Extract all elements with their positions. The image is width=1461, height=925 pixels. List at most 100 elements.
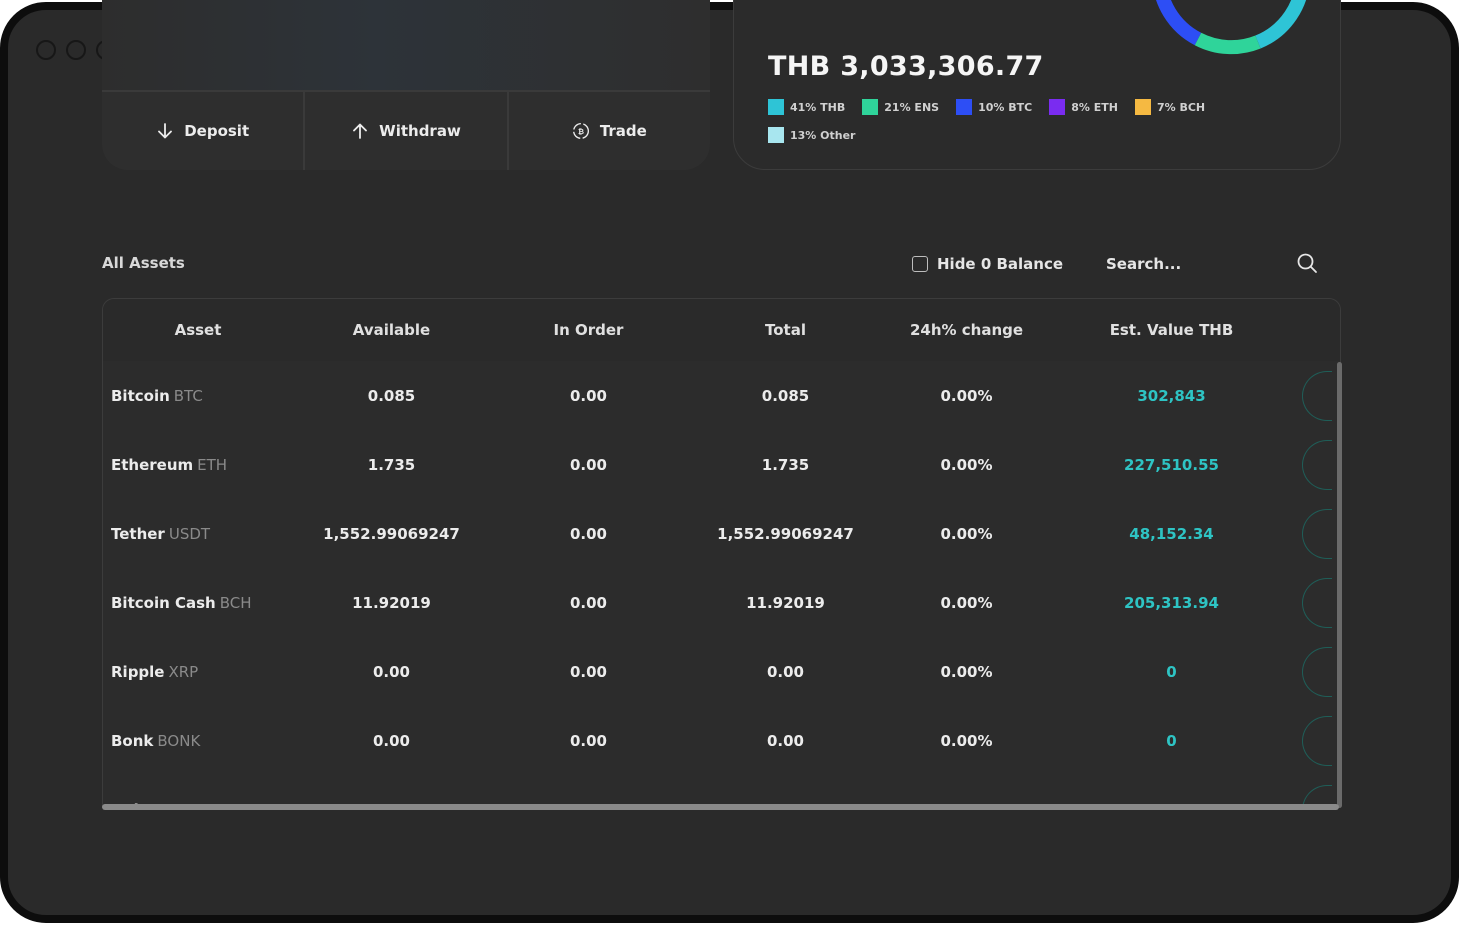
table-horizontal-scrollbar[interactable] bbox=[102, 804, 1339, 810]
cell-est-value: 227,510.55 bbox=[1124, 455, 1219, 474]
portfolio-summary-card: THB 3,033,306.77 41% THB 21% ENS 10% BTC 8%… bbox=[733, 0, 1341, 170]
asset-name: Bitcoin bbox=[111, 386, 170, 405]
legend-label: 8% ETH bbox=[1071, 100, 1118, 114]
cell-in-order: 0.00 bbox=[569, 593, 607, 612]
table-row[interactable]: Tether USDT 1,552.99069247 0.00 1,552.990692… bbox=[103, 499, 1340, 568]
arrow-up-icon bbox=[353, 123, 368, 139]
legend-item: 13% Other bbox=[768, 127, 855, 143]
table-row[interactable]: Bonk BONK 0.00 0.00 0.00 0.00% 0 bbox=[103, 706, 1340, 775]
cell-in-order: 0.00 bbox=[569, 662, 607, 681]
cell-total: 0.00 bbox=[766, 731, 804, 750]
trade-label: Trade bbox=[599, 122, 647, 140]
legend-swatch bbox=[768, 127, 784, 143]
hide-zero-balance-label: Hide 0 Balance bbox=[937, 255, 1064, 273]
legend-item: 8% ETH bbox=[1049, 99, 1118, 115]
deposit-button[interactable]: Deposit bbox=[102, 92, 306, 170]
cell-24h-change: 0.00% bbox=[940, 593, 993, 612]
close-window-button[interactable] bbox=[36, 40, 56, 60]
cell-asset: Bitcoin BTC bbox=[103, 387, 293, 405]
column-header-asset[interactable]: Asset bbox=[103, 321, 293, 339]
cell-total: 1.735 bbox=[761, 455, 810, 474]
minimize-window-button[interactable] bbox=[66, 40, 86, 60]
cell-in-order: 0.00 bbox=[569, 386, 607, 405]
legend-label: 10% BTC bbox=[978, 100, 1033, 114]
row-action-button[interactable] bbox=[1302, 370, 1332, 421]
asset-search-input[interactable] bbox=[1100, 250, 1292, 278]
cell-available: 1,552.99069247 bbox=[323, 524, 460, 543]
cell-available: 11.92019 bbox=[352, 593, 431, 612]
wallet-action-card: Deposit Withdraw ₿ Trade bbox=[102, 0, 710, 170]
asset-symbol: USDT bbox=[168, 524, 211, 543]
column-header-available[interactable]: Available bbox=[293, 321, 490, 339]
asset-name: Ripple bbox=[111, 662, 165, 681]
asset-name: Tether bbox=[111, 524, 165, 543]
asset-symbol: BONK bbox=[157, 731, 201, 750]
legend-swatch bbox=[956, 99, 973, 115]
cell-est-value: 205,313.94 bbox=[1124, 593, 1219, 612]
cell-24h-change: 0.00% bbox=[940, 386, 993, 405]
cell-asset: Ripple XRP bbox=[103, 663, 293, 681]
asset-symbol: ETH bbox=[197, 455, 228, 474]
legend-item: 21% ENS bbox=[862, 99, 939, 115]
asset-symbol: BCH bbox=[219, 593, 252, 612]
column-header-est-value[interactable]: Est. Value THB bbox=[1049, 321, 1294, 339]
table-row[interactable]: Bitcoin BTC 0.085 0.00 0.085 0.00% 302,843 bbox=[103, 361, 1340, 430]
legend-swatch bbox=[768, 99, 784, 115]
row-action-button[interactable] bbox=[1302, 508, 1332, 559]
legend-swatch bbox=[1049, 99, 1066, 115]
row-action-button[interactable] bbox=[1302, 715, 1332, 766]
wallet-actions: Deposit Withdraw ₿ Trade bbox=[102, 92, 710, 170]
hide-zero-balance-toggle[interactable]: Hide 0 Balance bbox=[912, 255, 1063, 273]
allocation-legend: 41% THB 21% ENS 10% BTC 8% ETH 7% BCH 13% Oth… bbox=[768, 99, 1238, 143]
cell-available: 0.00 bbox=[372, 662, 410, 681]
withdraw-label: Withdraw bbox=[379, 122, 461, 140]
cell-asset: Bitcoin Cash BCH bbox=[103, 594, 293, 612]
withdraw-button[interactable]: Withdraw bbox=[305, 92, 509, 170]
table-header: Asset Available In Order Total 24h% chan… bbox=[103, 299, 1340, 361]
table-row[interactable]: Ethereum ETH 1.735 0.00 1.735 0.00% 227,510.55 bbox=[103, 430, 1340, 499]
cell-total: 0.085 bbox=[761, 386, 810, 405]
asset-symbol: XRP bbox=[168, 662, 199, 681]
trade-button[interactable]: ₿ Trade bbox=[509, 92, 710, 170]
asset-name: Bonk bbox=[111, 731, 154, 750]
wallet-banner bbox=[102, 0, 710, 92]
column-header-24h-change[interactable]: 24h% change bbox=[884, 321, 1049, 339]
arrow-down-icon bbox=[158, 123, 173, 139]
column-header-total[interactable]: Total bbox=[687, 321, 884, 339]
cell-asset: Bonk BONK bbox=[103, 732, 293, 750]
hide-zero-balance-checkbox[interactable] bbox=[912, 256, 928, 272]
cell-total: 11.92019 bbox=[746, 593, 825, 612]
row-action-button[interactable] bbox=[1302, 439, 1332, 490]
cell-available: 1.735 bbox=[367, 455, 416, 474]
cell-est-value: 302,843 bbox=[1137, 386, 1206, 405]
row-action-button[interactable] bbox=[1302, 646, 1332, 697]
total-balance: THB 3,033,306.77 bbox=[768, 51, 1044, 82]
all-assets-title: All Assets bbox=[102, 254, 185, 272]
asset-name: Bitcoin Cash bbox=[111, 593, 216, 612]
table-body: Bitcoin BTC 0.085 0.00 0.085 0.00% 302,843 Ethe… bbox=[103, 361, 1340, 808]
table-vertical-scrollbar[interactable] bbox=[1337, 362, 1342, 808]
search-icon[interactable] bbox=[1296, 252, 1318, 274]
legend-item: 10% BTC bbox=[956, 99, 1032, 115]
deposit-label: Deposit bbox=[184, 122, 250, 140]
table-row[interactable]: Bitcoin Cash BCH 11.92019 0.00 11.92019 0.00%… bbox=[103, 568, 1340, 637]
cell-available: 0.085 bbox=[367, 386, 416, 405]
legend-item: 7% BCH bbox=[1134, 99, 1206, 115]
cell-total: 1,552.99069247 bbox=[717, 524, 854, 543]
cell-in-order: 0.00 bbox=[569, 731, 607, 750]
cell-asset: Ethereum ETH bbox=[103, 456, 293, 474]
table-row[interactable]: Ripple XRP 0.00 0.00 0.00 0.00% 0 bbox=[103, 637, 1340, 706]
cell-est-value: 0 bbox=[1166, 731, 1177, 750]
legend-swatch bbox=[1134, 99, 1151, 115]
column-header-in-order[interactable]: In Order bbox=[490, 321, 687, 339]
cell-total: 0.00 bbox=[766, 662, 804, 681]
row-action-button[interactable] bbox=[1302, 577, 1332, 628]
cell-est-value: 48,152.34 bbox=[1129, 524, 1214, 543]
portfolio-donut-chart bbox=[1156, 0, 1306, 55]
cell-24h-change: 0.00% bbox=[940, 455, 993, 474]
cell-24h-change: 0.00% bbox=[940, 662, 993, 681]
legend-label: 13% Other bbox=[790, 128, 856, 142]
cell-available: 0.00 bbox=[372, 731, 410, 750]
legend-label: 7% BCH bbox=[1156, 100, 1206, 114]
legend-item: 41% THB bbox=[768, 99, 845, 115]
